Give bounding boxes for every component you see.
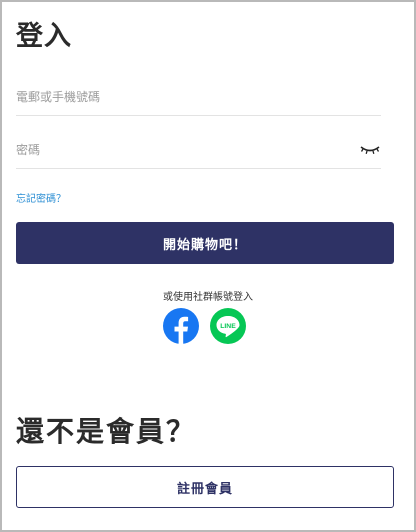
facebook-icon[interactable] — [163, 308, 199, 344]
password-field[interactable] — [16, 138, 381, 169]
phone-email-field[interactable] — [16, 85, 381, 116]
login-title: 登入 — [16, 21, 72, 52]
login-panel: 登入 忘記密碼？ 開始購物吧！ 或使用社群帳號登入 LINE 還不是會員？ 註冊… — [0, 0, 416, 532]
line-icon-label: LINE — [220, 323, 236, 330]
eye-closed-icon[interactable] — [359, 142, 381, 156]
start-shopping-button[interactable]: 開始購物吧！ — [16, 222, 394, 264]
not-member-heading: 還不是會員？ — [16, 415, 197, 448]
forgot-password-link[interactable]: 忘記密碼？ — [16, 190, 66, 205]
phone-email-input[interactable] — [16, 85, 346, 109]
social-login-row: LINE — [163, 308, 247, 344]
line-icon[interactable]: LINE — [210, 308, 246, 344]
password-input[interactable] — [16, 138, 346, 162]
social-login-prompt: 或使用社群帳號登入 — [163, 292, 253, 303]
register-button[interactable]: 註冊會員 — [16, 466, 394, 508]
